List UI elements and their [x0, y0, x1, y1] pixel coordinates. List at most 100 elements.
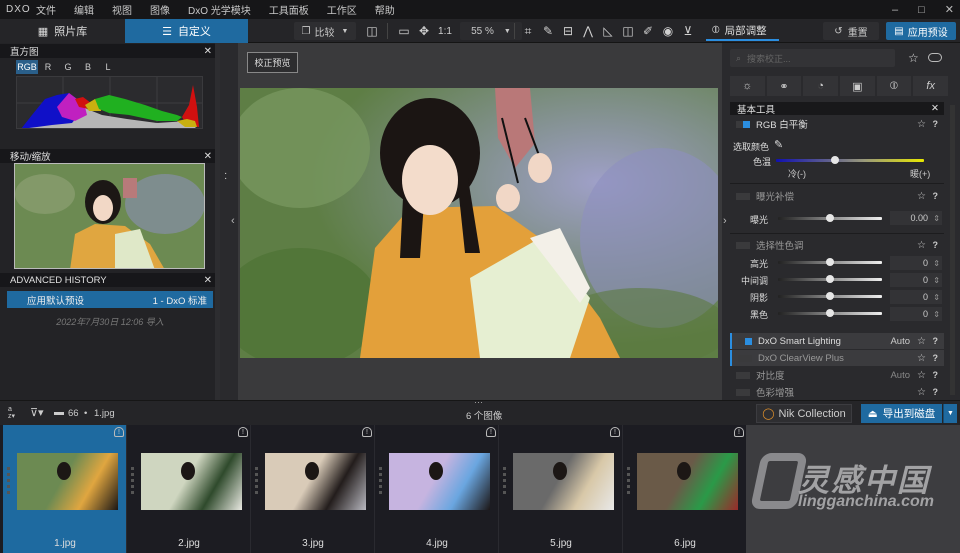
- sort-icon[interactable]: a z▾: [8, 406, 15, 420]
- crop-icon[interactable]: ⌗: [520, 23, 536, 39]
- fx-tab-icon[interactable]: fx: [913, 76, 949, 96]
- tab-customize[interactable]: ☰ 自定义: [125, 19, 248, 43]
- zoom-level-select[interactable]: 55 % ▼: [460, 22, 522, 40]
- compare-button[interactable]: ❐ 比较 ▼: [294, 22, 356, 40]
- filmstrip-thumbnail[interactable]: ! 6.jpg: [623, 425, 747, 553]
- fit-screen-icon[interactable]: ▭: [396, 23, 412, 39]
- reset-button[interactable]: ↺ 重置: [823, 22, 879, 40]
- star-icon[interactable]: ☆: [917, 353, 926, 364]
- tone-value-input[interactable]: 0: [890, 290, 942, 304]
- left-splitter[interactable]: · · ‹: [220, 43, 238, 400]
- filmstrip-thumbnail[interactable]: ! 4.jpg: [375, 425, 499, 553]
- tone-value-input[interactable]: 0: [890, 273, 942, 287]
- color-tab-icon[interactable]: ⚭: [766, 76, 802, 96]
- menu-file[interactable]: 文件: [36, 2, 56, 17]
- eyedropper-icon[interactable]: ✎: [540, 23, 556, 39]
- help-icon[interactable]: ?: [933, 353, 939, 363]
- repair-icon[interactable]: ✐: [640, 23, 656, 39]
- tone-slider[interactable]: [778, 292, 882, 300]
- tone-slider[interactable]: [778, 309, 882, 317]
- menu-edit[interactable]: 编辑: [74, 2, 94, 17]
- star-icon[interactable]: ☆: [917, 387, 926, 398]
- horizon-icon[interactable]: ⊟: [560, 23, 576, 39]
- tone-slider-knob[interactable]: [826, 258, 834, 266]
- light-tab-icon[interactable]: ☼: [730, 76, 765, 96]
- star-icon[interactable]: ☆: [917, 191, 926, 202]
- smart-lighting-toggle[interactable]: [738, 337, 752, 345]
- clearview-toggle[interactable]: [738, 354, 752, 362]
- tone-value-input[interactable]: 0: [890, 307, 942, 321]
- filmstrip-thumbnail[interactable]: ! 1.jpg: [3, 425, 127, 553]
- exposure-slider-knob[interactable]: [826, 214, 834, 222]
- zoom-1to1-button[interactable]: 1:1: [436, 23, 454, 39]
- channel-l[interactable]: L: [98, 60, 118, 74]
- eyedropper-icon[interactable]: ✎: [774, 138, 783, 151]
- channel-b[interactable]: B: [78, 60, 98, 74]
- star-icon[interactable]: ☆: [908, 51, 919, 65]
- tone-slider-knob[interactable]: [826, 275, 834, 283]
- tone-value-input[interactable]: 0: [890, 256, 942, 270]
- menu-optics[interactable]: DxO 光学模块: [188, 2, 251, 17]
- filmstrip-thumbnail[interactable]: ! 2.jpg: [127, 425, 251, 553]
- correction-preview-button[interactable]: 校正预览: [247, 52, 298, 73]
- tone-slider[interactable]: [778, 258, 882, 266]
- split-view-icon[interactable]: ◫: [364, 23, 380, 39]
- exposure-toggle[interactable]: [736, 192, 750, 200]
- rating-dots[interactable]: [503, 467, 506, 494]
- rating-dots[interactable]: [627, 467, 630, 494]
- help-icon[interactable]: ?: [933, 387, 939, 397]
- collapse-left-icon[interactable]: ‹: [231, 215, 235, 227]
- export-to-disk-button[interactable]: ⏏ 导出到磁盘: [861, 404, 942, 423]
- detail-tab-icon[interactable]: ◔: [803, 76, 839, 96]
- tone-slider[interactable]: [778, 275, 882, 283]
- help-icon[interactable]: ?: [933, 240, 939, 250]
- tool-row-clearview[interactable]: DxO ClearView Plus ☆ ?: [730, 350, 944, 366]
- help-icon[interactable]: ?: [933, 119, 939, 129]
- search-corrections-input[interactable]: ⌕ 搜索校正...: [730, 49, 895, 67]
- close-icon[interactable]: ✕: [204, 151, 212, 162]
- vibrancy-toggle[interactable]: [736, 388, 750, 396]
- temperature-slider[interactable]: [776, 156, 924, 164]
- menu-palettes[interactable]: 工具面板: [269, 2, 309, 17]
- tool-row-vibrancy[interactable]: 色彩增强 ☆ ?: [730, 384, 944, 400]
- star-icon[interactable]: ☆: [917, 370, 926, 381]
- star-icon[interactable]: ☆: [917, 336, 926, 347]
- tool-row-contrast[interactable]: 对比度 Auto ☆ ?: [730, 367, 944, 383]
- guides-icon[interactable]: ⊻: [680, 23, 696, 39]
- local-tab-icon[interactable]: ⦶: [876, 76, 912, 96]
- nik-collection-button[interactable]: ◯ Nik Collection: [756, 404, 852, 423]
- navigator-thumbnail[interactable]: [14, 163, 205, 269]
- move-icon[interactable]: ✥: [416, 23, 432, 39]
- close-icon[interactable]: ✕: [204, 46, 212, 57]
- menu-image[interactable]: 图像: [150, 2, 170, 17]
- toggle-icon[interactable]: [928, 53, 942, 62]
- tone-slider-knob[interactable]: [826, 292, 834, 300]
- resize-handle[interactable]: ···: [474, 397, 483, 407]
- rating-dots[interactable]: [255, 467, 258, 494]
- menu-help[interactable]: 帮助: [375, 2, 395, 17]
- white-balance-toggle[interactable]: [736, 120, 750, 128]
- minimize-button[interactable]: –: [892, 4, 898, 16]
- apply-preset-button[interactable]: ▤ 应用预设: [886, 22, 956, 40]
- local-adjustments-button[interactable]: ⦶ 局部调整: [706, 22, 779, 41]
- more-dots-icon[interactable]: · ·: [224, 169, 227, 184]
- close-icon[interactable]: ✕: [204, 275, 212, 286]
- current-folder[interactable]: 66: [68, 408, 79, 419]
- help-icon[interactable]: ?: [933, 191, 939, 201]
- collapse-right-icon[interactable]: ›: [723, 215, 727, 227]
- perspective-icon[interactable]: ⋀: [580, 23, 596, 39]
- history-entry[interactable]: 应用默认预设 1 - DxO 标准: [7, 291, 213, 308]
- perspective-8pt-icon[interactable]: ◺: [600, 23, 616, 39]
- menu-workspace[interactable]: 工作区: [327, 2, 357, 17]
- close-button[interactable]: ✕: [945, 3, 954, 16]
- rating-dots[interactable]: [379, 467, 382, 494]
- filter-icon[interactable]: ⊽▾: [30, 406, 44, 419]
- rating-dots[interactable]: [131, 467, 134, 494]
- exposure-value-input[interactable]: 0.00: [890, 211, 942, 225]
- close-icon[interactable]: ✕: [931, 103, 939, 114]
- export-dropdown-button[interactable]: ▼: [943, 404, 957, 423]
- filmstrip-thumbnail[interactable]: ! 5.jpg: [499, 425, 623, 553]
- maximize-button[interactable]: □: [918, 4, 925, 16]
- channel-g[interactable]: G: [58, 60, 78, 74]
- right-panel-scrollbar[interactable]: [950, 105, 955, 395]
